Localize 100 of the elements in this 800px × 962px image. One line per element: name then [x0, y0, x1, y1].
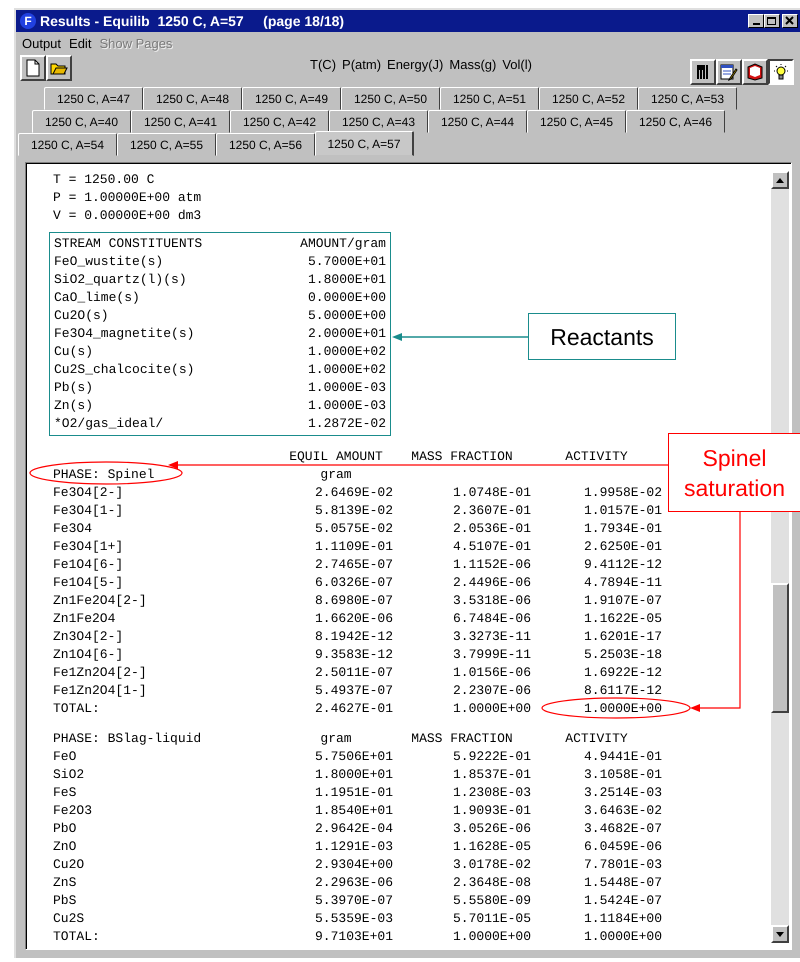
table-cell: SiO2: [53, 766, 84, 784]
page-tab[interactable]: 1250 C, A=42: [230, 110, 329, 133]
table-cell: SiO2_quartz(l)(s): [54, 271, 187, 289]
maximize-button[interactable]: [764, 14, 780, 28]
table-cell: 3.0178E-02: [452, 856, 531, 874]
table-cell: 6.7484E-06: [452, 610, 531, 628]
callout-label: Reactants: [528, 313, 676, 360]
page-tab[interactable]: 1250 C, A=49: [242, 87, 341, 110]
minimize-button[interactable]: [748, 14, 764, 28]
table-cell: 2.6250E-01: [584, 538, 662, 556]
table-cell: Fe3O4: [53, 520, 92, 538]
table-cell: 2.0000E+01: [308, 325, 386, 343]
table-cell: 1.6201E-17: [584, 628, 662, 646]
page-tab[interactable]: 1250 C, A=44: [428, 110, 527, 133]
table-cell: Fe3O4_magnetite(s): [54, 325, 194, 343]
page-tab[interactable]: 1250 C, A=46: [626, 110, 725, 133]
table-cell: 4.5107E-01: [452, 538, 531, 556]
cutlery-button[interactable]: [690, 59, 716, 85]
table-cell: Fe3O4[2-]: [53, 484, 124, 502]
table-cell: 2.6469E-02: [314, 484, 393, 502]
column-header: ACTIVITY: [564, 448, 629, 466]
page-tab[interactable]: 1250 C, A=52: [539, 87, 638, 110]
menu-item[interactable]: Edit: [67, 36, 94, 51]
table-cell: 1.0000E-03: [308, 397, 386, 415]
column-header: MASS FRACTION: [410, 448, 514, 466]
page-tab[interactable]: 1250 C, A=43: [329, 110, 428, 133]
table-cell: Cu2S: [53, 910, 84, 928]
open-folder-button[interactable]: [46, 55, 72, 81]
table-cell: 9.7103E+01: [314, 928, 393, 946]
table-cell: 1.5448E-07: [584, 874, 662, 892]
table-cell: 1.8540E+01: [314, 802, 393, 820]
column-header: AMOUNT/gram: [300, 235, 386, 253]
unit-label: P(atm): [342, 57, 382, 72]
page-tab[interactable]: 1250 C, A=45: [527, 110, 626, 133]
table-cell: 1.0157E-01: [584, 502, 662, 520]
table-cell: 2.2307E-06: [452, 682, 531, 700]
table-cell: 5.7506E+01: [314, 748, 393, 766]
table-cell: Fe2O3: [53, 802, 92, 820]
table-cell: Cu2O(s): [54, 307, 109, 325]
page-tab[interactable]: 1250 C, A=57: [315, 131, 414, 156]
notepad-pencil-button[interactable]: [716, 59, 742, 85]
page-tab[interactable]: 1250 C, A=51: [440, 87, 539, 110]
table-cell: 1.1291E-03: [314, 838, 393, 856]
lightbulb-button[interactable]: [768, 59, 794, 85]
table-cell: Cu(s): [54, 343, 94, 361]
unit-label: Energy(J): [387, 57, 444, 72]
table-cell: 1.2872E-02: [308, 415, 386, 433]
condition-line: T = 1250.00 C: [53, 171, 156, 189]
table-cell: 5.3970E-07: [314, 892, 393, 910]
table-cell: Fe1O4[5-]: [53, 574, 124, 592]
table-cell: 0.0000E+00: [308, 289, 386, 307]
table-cell: 2.5011E-07: [314, 664, 393, 682]
phase-title: PHASE: BSlag-liquid: [53, 730, 202, 748]
table-cell: 5.9222E-01: [452, 748, 531, 766]
menu-item[interactable]: Output: [20, 36, 64, 51]
close-button[interactable]: [782, 14, 798, 28]
table-cell: 6.0326E-07: [314, 574, 393, 592]
table-cell: 1.6922E-12: [584, 664, 662, 682]
table-cell: 1.0000E-03: [308, 379, 386, 397]
table-cell: 1.1622E-05: [584, 610, 662, 628]
page-tab[interactable]: 1250 C, A=48: [143, 87, 242, 110]
table-cell: 1.6620E-06: [314, 610, 393, 628]
page-tab[interactable]: 1250 C, A=54: [18, 133, 117, 156]
book-button[interactable]: [742, 59, 768, 85]
callout-label: Spinel saturation: [668, 433, 800, 512]
scroll-down-button[interactable]: [771, 925, 789, 943]
scroll-thumb[interactable]: [771, 583, 789, 713]
new-document-button[interactable]: [20, 55, 46, 81]
table-cell: 1.8000E+01: [308, 271, 386, 289]
table-cell: 1.2308E-03: [452, 784, 531, 802]
table-cell: 9.3583E-12: [314, 646, 393, 664]
table-cell: Zn1Fe2O4[2-]: [53, 592, 147, 610]
table-cell: FeO: [53, 748, 76, 766]
table-cell: 1.1628E-05: [452, 838, 531, 856]
table-cell: 1.9093E-01: [452, 802, 531, 820]
condition-line: P = 1.00000E+00 atm: [53, 189, 202, 207]
page-tab[interactable]: 1250 C, A=40: [32, 110, 131, 133]
column-header: ACTIVITY: [564, 730, 629, 748]
page-tab[interactable]: 1250 C, A=50: [341, 87, 440, 110]
phase-title: PHASE: Spinel: [53, 466, 154, 484]
table-cell: 3.4682E-07: [584, 820, 662, 838]
table-cell: Cu2S_chalcocite(s): [54, 361, 194, 379]
page-tab[interactable]: 1250 C, A=55: [117, 133, 216, 156]
table-cell: 3.6463E-02: [584, 802, 662, 820]
table-cell: Zn3O4[2-]: [53, 628, 124, 646]
page-tab[interactable]: 1250 C, A=53: [638, 87, 737, 110]
page-tab[interactable]: 1250 C, A=41: [131, 110, 230, 133]
table-cell: CaO_lime(s): [54, 289, 140, 307]
table-cell: 1.9958E-02: [584, 484, 662, 502]
table-cell: 1.0000E+00: [584, 700, 662, 718]
page-tab[interactable]: 1250 C, A=47: [44, 87, 143, 110]
table-cell: 2.3607E-01: [452, 502, 531, 520]
table-cell: 1.7934E-01: [584, 520, 662, 538]
table-cell: 1.1152E-06: [452, 556, 531, 574]
page-tab[interactable]: 1250 C, A=56: [216, 133, 315, 156]
table-cell: 4.9441E-01: [584, 748, 662, 766]
maximize-icon: [766, 16, 778, 26]
table-cell: Fe1Zn2O4[2-]: [53, 664, 147, 682]
scroll-up-button[interactable]: [771, 171, 789, 189]
table-cell: 7.7801E-03: [584, 856, 662, 874]
